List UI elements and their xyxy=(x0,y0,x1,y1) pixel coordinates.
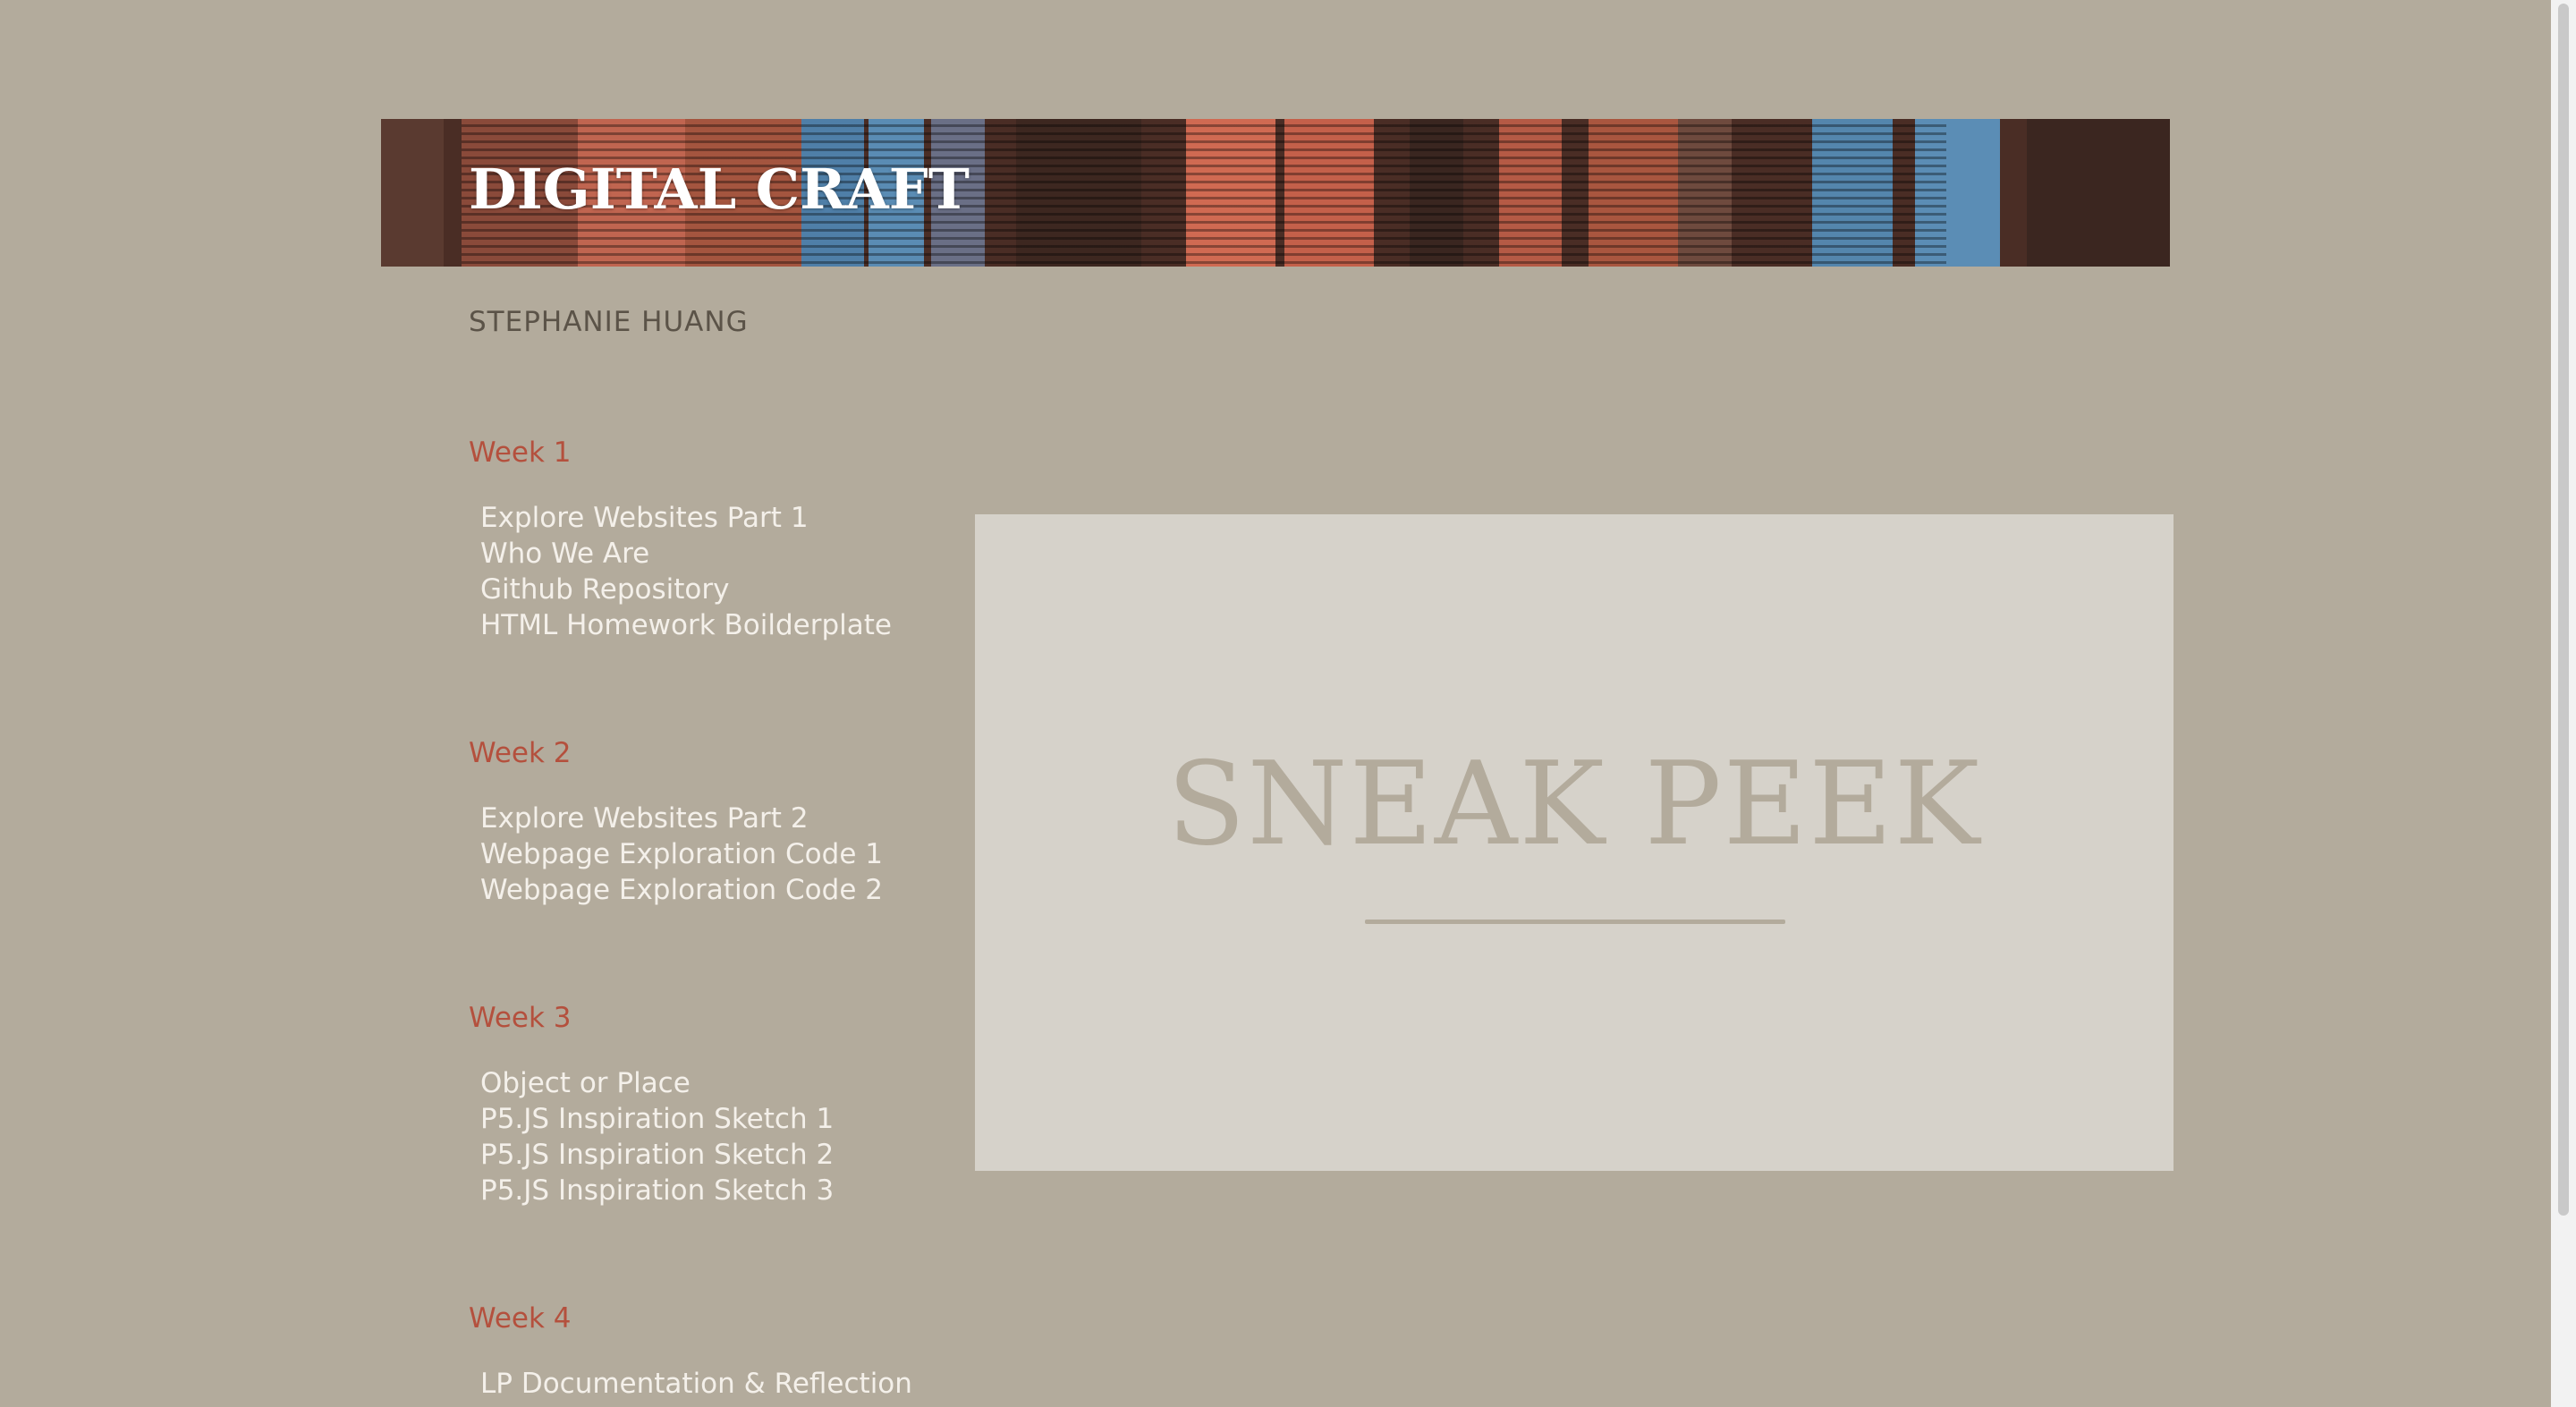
link-explore-websites-part-1[interactable]: Explore Websites Part 1 xyxy=(480,500,892,536)
link-lp-documentation-reflection[interactable]: LP Documentation & Reflection xyxy=(480,1366,912,1402)
link-who-we-are[interactable]: Who We Are xyxy=(480,536,892,572)
link-p5js-inspiration-sketch-2[interactable]: P5.JS Inspiration Sketch 2 xyxy=(480,1137,834,1173)
week-1-heading: Week 1 xyxy=(469,437,572,469)
author-name: STEPHANIE HUANG xyxy=(469,306,749,338)
page-scrollbar[interactable] xyxy=(2551,0,2576,1407)
link-p5js-inspiration-sketch-3[interactable]: P5.JS Inspiration Sketch 3 xyxy=(480,1173,834,1208)
week-4-links: LP Documentation & Reflection xyxy=(480,1366,912,1402)
link-p5js-inspiration-sketch-1[interactable]: P5.JS Inspiration Sketch 1 xyxy=(480,1101,834,1137)
sneak-peek-divider xyxy=(1365,920,1785,924)
week-3-heading: Week 3 xyxy=(469,1002,572,1034)
link-github-repository[interactable]: Github Repository xyxy=(480,572,892,607)
link-webpage-exploration-code-2[interactable]: Webpage Exploration Code 2 xyxy=(480,872,883,908)
week-2-links: Explore Websites Part 2 Webpage Explorat… xyxy=(480,801,883,908)
page: DIGITAL CRAFT STEPHANIE HUANG Week 1 Exp… xyxy=(0,0,2576,1407)
sneak-peek-title: SNEAK PEEK xyxy=(1166,738,1982,871)
week-4-heading: Week 4 xyxy=(469,1302,572,1335)
link-explore-websites-part-2[interactable]: Explore Websites Part 2 xyxy=(480,801,883,836)
week-2-heading: Week 2 xyxy=(469,737,572,769)
week-1-links: Explore Websites Part 1 Who We Are Githu… xyxy=(480,500,892,643)
header-banner: DIGITAL CRAFT xyxy=(381,119,2170,267)
scrollbar-thumb[interactable] xyxy=(2558,4,2569,1216)
link-object-or-place[interactable]: Object or Place xyxy=(480,1065,834,1101)
sneak-peek-panel: SNEAK PEEK xyxy=(975,514,2174,1171)
week-3-links: Object or Place P5.JS Inspiration Sketch… xyxy=(480,1065,834,1208)
link-webpage-exploration-code-1[interactable]: Webpage Exploration Code 1 xyxy=(480,836,883,872)
link-html-homework-boilerplate[interactable]: HTML Homework Boilderplate xyxy=(480,607,892,643)
site-title: DIGITAL CRAFT xyxy=(469,157,970,222)
